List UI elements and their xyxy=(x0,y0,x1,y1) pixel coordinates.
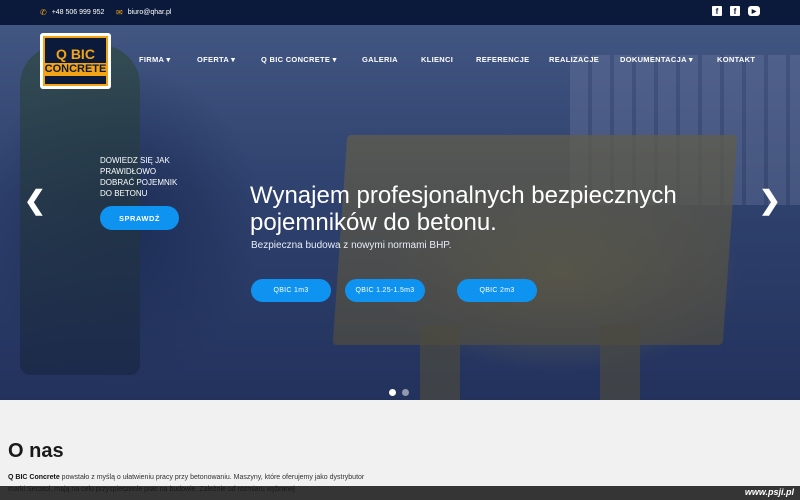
email-address[interactable]: biuro@qhar.pl xyxy=(128,9,172,16)
next-slide-arrow-icon[interactable]: ❯ xyxy=(759,185,781,216)
prev-slide-arrow-icon[interactable]: ❮ xyxy=(24,185,46,216)
facebook-icon[interactable]: f xyxy=(730,6,740,16)
facebook-icon[interactable]: f xyxy=(712,6,722,16)
hero-subhead: Bezpieczna budowa z nowymi normami BHP. xyxy=(251,240,452,251)
about-title: O nas xyxy=(8,440,64,462)
main-nav: FIRMA ▾ OFERTA ▾ Q BIC CONCRETE ▾ GALERI… xyxy=(0,55,800,67)
about-brand: Q BIC Concrete xyxy=(8,474,60,481)
nav-item-oferta[interactable]: OFERTA ▾ xyxy=(197,55,235,64)
phone-icon: ✆ xyxy=(40,8,47,17)
nav-item-realizacje[interactable]: REALIZACJE xyxy=(549,55,599,64)
youtube-icon[interactable]: ▶ xyxy=(748,6,760,16)
hero-slider: Q BIC CONCRETE FIRMA ▾ OFERTA ▾ Q BIC CO… xyxy=(0,25,800,400)
nav-item-referencje[interactable]: REFERENCJE xyxy=(476,55,529,64)
nav-item-galeria[interactable]: GALERIA xyxy=(362,55,398,64)
watermark: www.psji.pl xyxy=(744,487,794,497)
check-button[interactable]: SPRAWDŹ xyxy=(100,206,179,230)
top-bar: ✆ +48 506 999 952 ✉ biuro@qhar.pl f f ▶ xyxy=(0,0,800,25)
qbic-2m3-button[interactable]: QBIC 2m3 xyxy=(457,279,537,302)
email-contact[interactable]: ✉ biuro@qhar.pl xyxy=(116,8,171,17)
promo-text: DOWIEDZ SIĘ JAK PRAWIDŁOWO DOBRAĆ POJEMN… xyxy=(100,156,178,198)
slider-dot[interactable] xyxy=(389,389,396,396)
qbic-1m3-button[interactable]: QBIC 1m3 xyxy=(251,279,331,302)
nav-item-firma[interactable]: FIRMA ▾ xyxy=(139,55,170,64)
slider-dot[interactable] xyxy=(402,389,409,396)
phone-number[interactable]: +48 506 999 952 xyxy=(52,9,105,16)
watermark-bar xyxy=(0,486,800,500)
slider-dots xyxy=(389,389,409,396)
nav-item-dokumentacja[interactable]: DOKUMENTACJA ▾ xyxy=(620,55,693,64)
hero-headline: Wynajem profesjonalnych bezpiecznych poj… xyxy=(250,182,677,236)
nav-item-kontakt[interactable]: KONTAKT xyxy=(717,55,755,64)
nav-item-qbic-concrete[interactable]: Q BIC CONCRETE ▾ xyxy=(261,55,337,64)
envelope-icon: ✉ xyxy=(116,8,123,17)
qbic-1-25-button[interactable]: QBIC 1.25-1.5m3 xyxy=(345,279,425,302)
phone-contact[interactable]: ✆ +48 506 999 952 xyxy=(40,8,104,17)
nav-item-klienci[interactable]: KLIENCI xyxy=(421,55,453,64)
social-links: f f ▶ xyxy=(712,6,760,16)
